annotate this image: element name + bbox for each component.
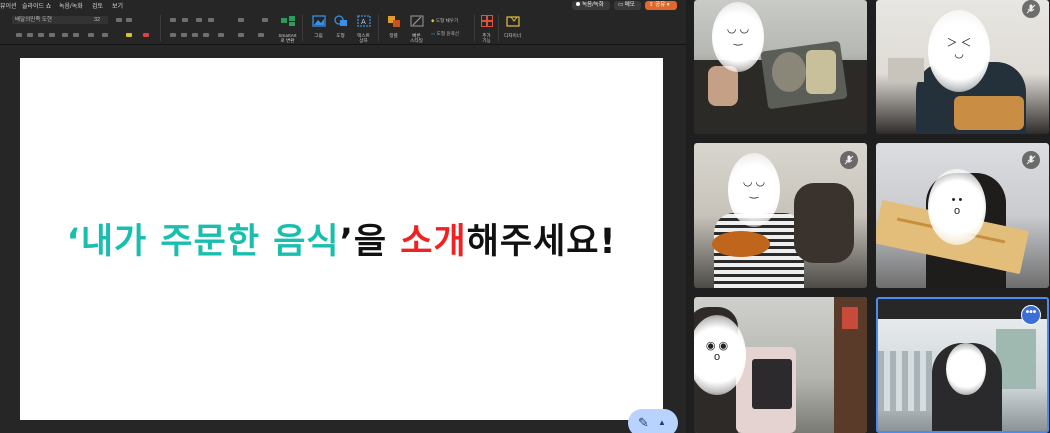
- subscript-icon[interactable]: [73, 33, 79, 37]
- blurred-face: [946, 343, 986, 395]
- title-highlight-teal: 내가 주문한 음식: [80, 222, 340, 262]
- shape-outline-button[interactable]: ▭ 도형 윤곽선: [431, 31, 459, 37]
- face-doodle: ◉ ◉ o: [705, 340, 729, 363]
- participant-tile[interactable]: ◉ ◉ o: [694, 297, 867, 433]
- participant-tile[interactable]: ＞ ＜ ◡: [876, 0, 1049, 134]
- record-button[interactable]: 녹음/녹화: [572, 1, 610, 10]
- chevron-down-icon: ▾: [665, 2, 670, 8]
- font-name-select[interactable]: 배달의민족 도현: [12, 16, 92, 24]
- align-center-icon[interactable]: [181, 33, 187, 37]
- ribbon-separator: [378, 15, 379, 41]
- pen-icon: ✎: [638, 415, 649, 430]
- insert-picture-button[interactable]: 그림: [311, 15, 326, 43]
- share-button[interactable]: ⇪ 공유 ▾: [645, 1, 677, 10]
- menu-view[interactable]: 보기: [112, 1, 123, 10]
- indent-more-icon[interactable]: [208, 18, 214, 22]
- title-open-quote: ‘: [66, 222, 81, 262]
- presentation-app: 뷰이션 슬라이드 쇼 녹음/녹화 검토 보기 녹음/녹화 ▭ 메모 ⇪ 공유 ▾…: [0, 0, 686, 433]
- indent-less-icon[interactable]: [196, 18, 202, 22]
- shrink-font-icon[interactable]: [126, 18, 132, 22]
- font-color-icon[interactable]: [143, 33, 149, 37]
- ribbon-separator: [302, 15, 303, 41]
- title-highlight-red: 소개: [400, 222, 467, 262]
- grow-font-icon[interactable]: [116, 18, 122, 22]
- align-right-icon[interactable]: [192, 33, 198, 37]
- insert-shapes-button[interactable]: 도형: [333, 15, 347, 43]
- record-icon: [576, 2, 580, 6]
- slide-canvas[interactable]: ‘내가 주문한 음식’을 소개해주세요!: [20, 58, 663, 420]
- justify-icon[interactable]: [203, 33, 209, 37]
- text-direction-icon[interactable]: [262, 18, 268, 22]
- font-size-select[interactable]: 32: [92, 16, 108, 24]
- bold-icon[interactable]: [16, 33, 22, 37]
- align-left-icon[interactable]: [170, 33, 176, 37]
- highlight-color-icon[interactable]: [126, 33, 132, 37]
- smartart-icon-small[interactable]: [258, 33, 264, 37]
- arrange-button[interactable]: 정렬: [387, 15, 400, 43]
- face-doodle: • • o: [951, 194, 963, 217]
- columns-icon[interactable]: [218, 33, 224, 37]
- font-style-icon[interactable]: [102, 33, 108, 37]
- shape-fill-button[interactable]: ◆ 도형 채우기: [431, 18, 458, 24]
- participant-tile[interactable]: • • o: [876, 143, 1049, 288]
- shapes-icon: [333, 15, 347, 26]
- slide-editor: ‘내가 주문한 음식’을 소개해주세요!: [0, 45, 686, 433]
- align-text-icon[interactable]: [238, 33, 244, 37]
- menu-review[interactable]: 검토: [92, 1, 103, 10]
- comment-icon: ▭: [618, 2, 625, 8]
- menu-slideshow[interactable]: 슬라이드 쇼: [22, 1, 51, 10]
- change-case-icon[interactable]: [88, 33, 94, 37]
- face-doodle: ＞ ＜ ◡: [946, 37, 972, 60]
- arrange-icon: [387, 16, 400, 27]
- picture-icon: [311, 15, 326, 27]
- more-options-button[interactable]: •••: [1021, 305, 1041, 325]
- addins-button[interactable]: 추가 기능: [480, 15, 493, 43]
- participant-tile[interactable]: ◡ ◡ ‿: [694, 0, 867, 134]
- muted-mic-icon: [1022, 151, 1040, 169]
- title-suffix: 해주세요!: [466, 222, 617, 262]
- designer-button[interactable]: 디자이너: [504, 15, 521, 43]
- bullets-icon[interactable]: [170, 18, 176, 22]
- line-spacing-icon[interactable]: [238, 18, 244, 22]
- muted-mic-icon: [1022, 0, 1040, 18]
- addins-icon: [480, 15, 493, 27]
- muted-mic-icon: [840, 151, 858, 169]
- participant-tile[interactable]: ◡ ◡ ‿: [694, 143, 867, 288]
- textbox-icon: A: [356, 15, 371, 27]
- title-close-quote: ’을: [339, 222, 401, 262]
- annotation-toolbar-button[interactable]: ✎ ▲: [628, 409, 678, 433]
- participant-tile-active[interactable]: •••: [876, 297, 1049, 433]
- numbering-icon[interactable]: [182, 18, 188, 22]
- menu-record[interactable]: 녹음/녹화: [59, 1, 83, 10]
- svg-text:A: A: [361, 18, 366, 26]
- designer-icon: [505, 16, 520, 27]
- menu-bar: 뷰이션 슬라이드 쇼 녹음/녹화 검토 보기 녹음/녹화 ▭ 메모 ⇪ 공유 ▾: [0, 0, 686, 11]
- insert-textbox-button[interactable]: A 텍스트 상자: [356, 15, 371, 43]
- menu-animation[interactable]: 뷰이션: [0, 1, 17, 10]
- participant-video-grid: ◡ ◡ ‿ ＞ ＜ ◡ ◡ ◡ ‿ • • o ◉ ◉ o •••: [686, 0, 1050, 433]
- smartart-icon: [280, 16, 295, 26]
- convert-to-smartart-button[interactable]: SmartArt 로 변환: [278, 15, 297, 43]
- quick-styles-button[interactable]: 빠른 스타일: [410, 15, 423, 43]
- ribbon-toolbar: 배달의민족 도현 32 SmartArt 로 변환 그림 도형 A 텍스트 상자…: [0, 11, 686, 45]
- ribbon-separator: [160, 15, 161, 41]
- comment-button[interactable]: ▭ 메모: [614, 1, 641, 10]
- chevron-up-icon: ▲: [658, 418, 666, 427]
- superscript-icon[interactable]: [62, 33, 68, 37]
- face-doodle: ◡ ◡ ‿: [742, 176, 766, 199]
- slide-title[interactable]: ‘내가 주문한 음식’을 소개해주세요!: [20, 213, 663, 264]
- face-doodle: ◡ ◡ ‿: [726, 23, 750, 46]
- underline-icon[interactable]: [38, 33, 44, 37]
- quick-styles-icon: [410, 15, 423, 27]
- strikethrough-icon[interactable]: [49, 33, 55, 37]
- italic-icon[interactable]: [27, 33, 33, 37]
